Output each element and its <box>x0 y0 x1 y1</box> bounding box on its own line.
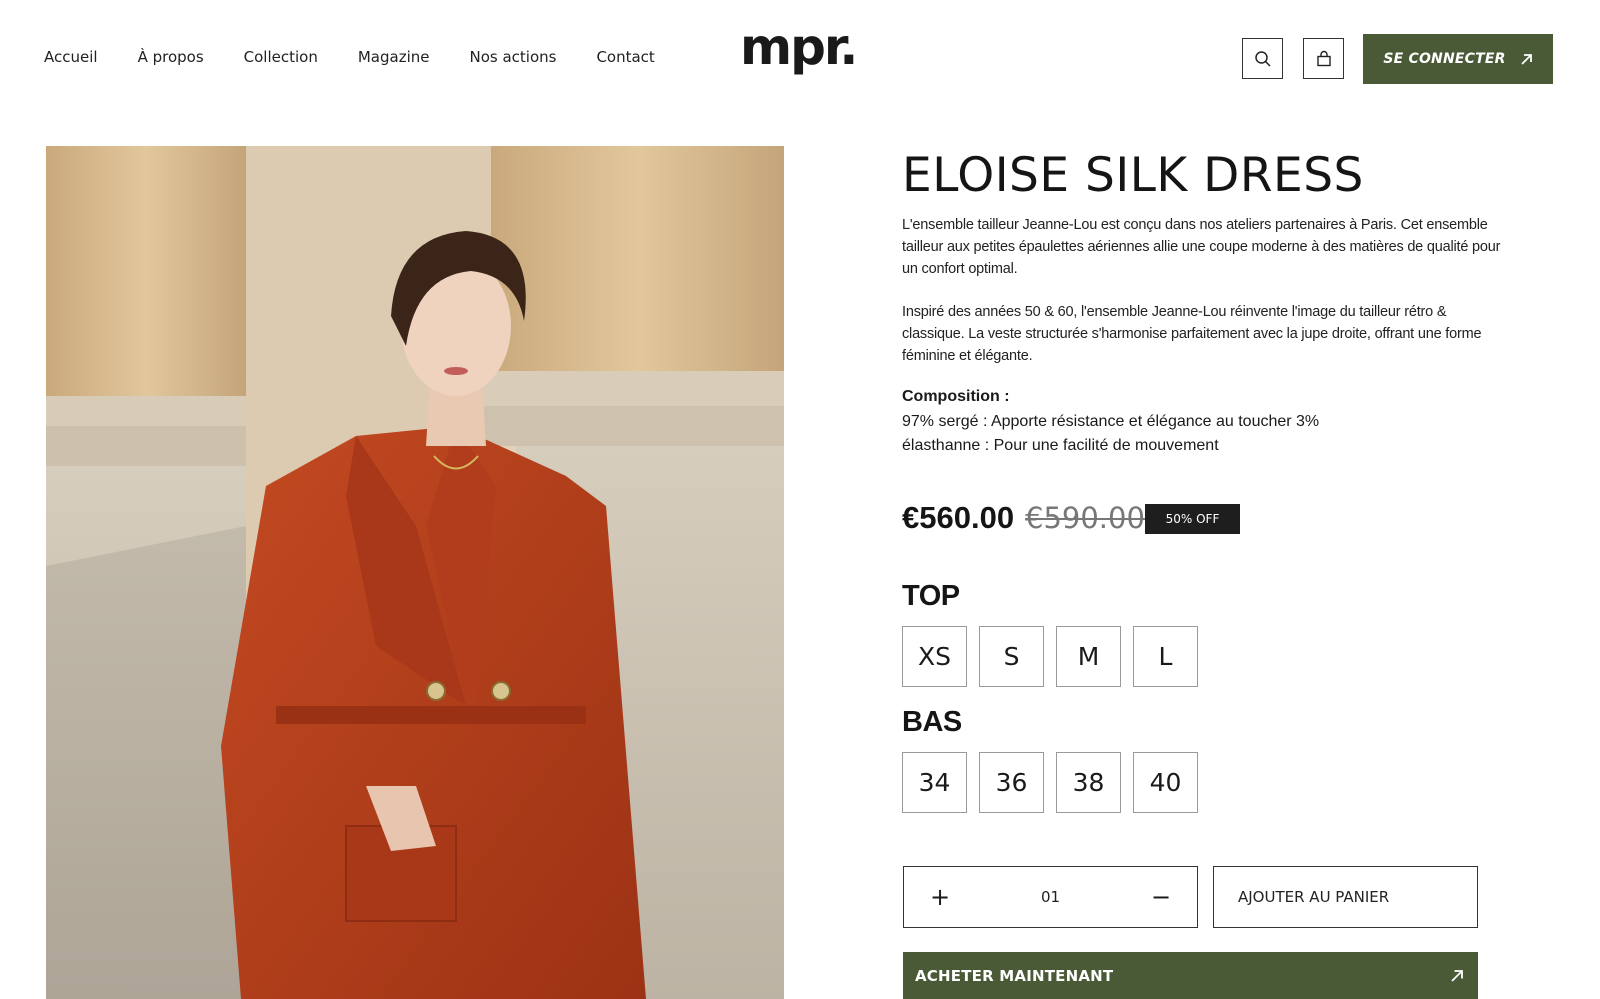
quantity-stepper: + 01 − <box>903 866 1198 928</box>
buy-now-button[interactable]: ACHETER MAINTENANT <box>903 952 1478 999</box>
composition-line-1: 97% sergé : Apporte résistance et élégan… <box>902 413 1320 430</box>
bottom-size-label: BAS <box>902 706 962 738</box>
main-nav: Accueil À propos Collection Magazine Nos… <box>44 48 655 66</box>
cart-button[interactable] <box>1303 38 1344 79</box>
top-size-option[interactable]: XS <box>902 626 967 687</box>
nav-item-collection[interactable]: Collection <box>244 48 318 66</box>
nav-item-magazine[interactable]: Magazine <box>358 48 430 66</box>
nav-item-contact[interactable]: Contact <box>596 48 654 66</box>
arrow-up-right-icon <box>1520 53 1532 65</box>
add-to-cart-button[interactable]: AJOUTER AU PANIER <box>1213 866 1478 928</box>
top-size-option[interactable]: L <box>1133 626 1198 687</box>
quantity-value[interactable]: 01 <box>1041 888 1060 906</box>
product-description-1: L'ensemble tailleur Jeanne-Lou est conçu… <box>902 217 1501 277</box>
product-title: ELOISE SILK DRESS <box>902 148 1364 203</box>
nav-item-a-propos[interactable]: À propos <box>138 48 204 66</box>
shopping-bag-icon <box>1316 50 1331 66</box>
product-description-2: Inspiré des années 50 & 60, l'ensemble J… <box>902 304 1482 364</box>
current-price: €560.00 <box>902 500 1015 535</box>
bottom-size-option[interactable]: 40 <box>1133 752 1198 813</box>
original-price: €590.00 <box>1025 501 1145 535</box>
composition-text: 97% sergé : Apporte résistance et élégan… <box>902 410 1342 458</box>
login-button[interactable]: SE CONNECTER <box>1363 34 1553 84</box>
brand-logo[interactable]: mpr. <box>740 22 858 72</box>
arrow-up-right-icon <box>1451 969 1463 982</box>
bottom-size-selector: 34 36 38 40 <box>902 752 1198 813</box>
composition-title: Composition : <box>902 388 1010 405</box>
composition-line-2: élasthanne : Pour une facilité de mouvem… <box>902 437 1219 454</box>
buy-now-label: ACHETER MAINTENANT <box>915 966 1114 985</box>
top-size-label: TOP <box>902 580 960 612</box>
bottom-size-option[interactable]: 36 <box>979 752 1044 813</box>
search-icon <box>1254 50 1271 67</box>
bottom-size-option[interactable]: 38 <box>1056 752 1121 813</box>
top-size-option[interactable]: S <box>979 626 1044 687</box>
discount-badge: 50% OFF <box>1145 504 1240 534</box>
quantity-decrease-button[interactable]: − <box>1147 885 1175 909</box>
nav-item-accueil[interactable]: Accueil <box>44 48 98 66</box>
nav-item-nos-actions[interactable]: Nos actions <box>469 48 556 66</box>
product-image <box>46 146 784 999</box>
search-button[interactable] <box>1242 38 1283 79</box>
bottom-size-option[interactable]: 34 <box>902 752 967 813</box>
login-label: SE CONNECTER <box>1383 51 1506 67</box>
quantity-increase-button[interactable]: + <box>926 885 954 909</box>
top-size-selector: XS S M L <box>902 626 1198 687</box>
top-size-option[interactable]: M <box>1056 626 1121 687</box>
